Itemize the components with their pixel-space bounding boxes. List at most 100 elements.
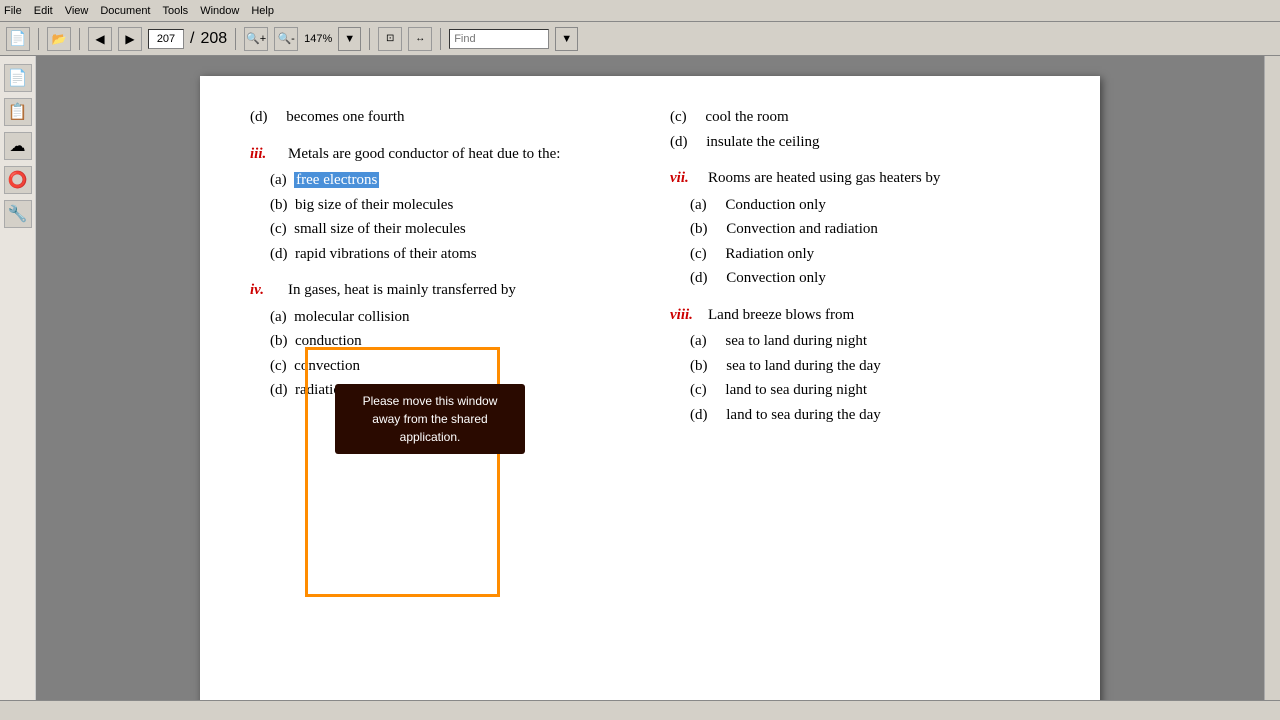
- option-vii-a-id: (a): [690, 197, 722, 213]
- option-viii-c-text: land to sea during night: [725, 382, 867, 398]
- sidebar-icon-3[interactable]: ☁: [4, 132, 32, 160]
- sep2: [79, 28, 80, 50]
- option-vii-a: (a) Conduction only: [690, 194, 1050, 217]
- option-iii-a-id: (a): [270, 172, 290, 188]
- question-iv-num: iv.: [250, 279, 280, 302]
- option-vii-d-id: (d): [690, 270, 723, 286]
- question-iv-text: In gases, heat is mainly transferred by: [288, 279, 630, 302]
- option-iii-b: (b) big size of their molecules: [270, 194, 630, 217]
- option-iii-b-text: big size of their molecules: [295, 197, 453, 213]
- sep5: [440, 28, 441, 50]
- menu-view[interactable]: View: [65, 5, 89, 17]
- question-vii: vii. Rooms are heated using gas heaters …: [670, 167, 1050, 290]
- zoom-level: 147%: [304, 33, 332, 45]
- option-vii-d-text: Convection only: [726, 270, 826, 286]
- warning-line2: away from the shared: [372, 412, 487, 426]
- menu-window[interactable]: Window: [200, 5, 239, 17]
- sidebar-icon-5[interactable]: 🔧: [4, 200, 32, 228]
- left-sidebar: 📄 📋 ☁ ⭕ 🔧: [0, 56, 36, 700]
- option-vii-c-id: (c): [690, 246, 722, 262]
- option-iv-a: (a) molecular collision: [270, 306, 630, 329]
- question-iii-text: Metals are good conductor of heat due to…: [288, 143, 630, 166]
- option-vii-b-id: (b): [690, 221, 723, 237]
- question-vii-text: Rooms are heated using gas heaters by: [708, 167, 1050, 190]
- sidebar-icon-1[interactable]: 📄: [4, 64, 32, 92]
- option-vii-c: (c) Radiation only: [690, 243, 1050, 266]
- status-bar: [0, 700, 1280, 720]
- option-iii-c-id: (c): [270, 221, 290, 237]
- menu-tools[interactable]: Tools: [163, 5, 189, 17]
- option-d-insulate: (d) insulate the ceiling: [670, 131, 1050, 154]
- find-dropdown[interactable]: ▼: [555, 27, 578, 51]
- option-vii-d: (d) Convection only: [690, 267, 1050, 290]
- option-vii-b-text: Convection and radiation: [726, 221, 878, 237]
- sidebar-icon-2[interactable]: 📋: [4, 98, 32, 126]
- option-d-insulate-text: insulate the ceiling: [706, 134, 819, 150]
- question-viii-header: viii. Land breeze blows from: [670, 304, 1050, 327]
- sidebar-icon-4[interactable]: ⭕: [4, 166, 32, 194]
- fit-width-button[interactable]: ↔: [408, 27, 432, 51]
- option-iii-b-id: (b): [270, 197, 291, 213]
- fit-page-button[interactable]: ⊡: [378, 27, 402, 51]
- vertical-scrollbar[interactable]: [1264, 56, 1280, 700]
- question-iii-num: iii.: [250, 143, 280, 166]
- option-viii-b: (b) sea to land during the day: [690, 355, 1050, 378]
- sep1: [38, 28, 39, 50]
- option-iii-c: (c) small size of their molecules: [270, 218, 630, 241]
- option-c-cool: (c) cool the room: [670, 106, 1050, 129]
- option-viii-a-id: (a): [690, 333, 722, 349]
- option-viii-c-id: (c): [690, 382, 722, 398]
- warning-tooltip: Please move this window away from the sh…: [335, 384, 525, 454]
- menu-file[interactable]: File: [4, 5, 22, 17]
- option-iii-c-text: small size of their molecules: [294, 221, 466, 237]
- next-page-button[interactable]: ▶: [118, 27, 142, 51]
- sep3: [235, 28, 236, 50]
- zoom-out-button[interactable]: 🔍-: [274, 27, 298, 51]
- option-viii-a: (a) sea to land during night: [690, 330, 1050, 353]
- option-iv-a-id: (a): [270, 309, 290, 325]
- option-viii-a-text: sea to land during night: [725, 333, 867, 349]
- find-input[interactable]: [449, 29, 549, 49]
- right-column: (c) cool the room (d) insulate the ceili…: [670, 106, 1050, 436]
- left-column: (d) becomes one fourth iii. Metals are g…: [250, 106, 630, 436]
- option-viii-b-id: (b): [690, 358, 723, 374]
- option-iii-d-text: rapid vibrations of their atoms: [295, 246, 477, 262]
- option-d-becomes: (d) becomes one fourth: [250, 106, 630, 129]
- question-iv-header: iv. In gases, heat is mainly transferred…: [250, 279, 630, 302]
- prev-page-button[interactable]: ◀: [88, 27, 112, 51]
- document-page: (d) becomes one fourth iii. Metals are g…: [200, 76, 1100, 700]
- page-total: 208: [200, 30, 227, 48]
- option-iv-a-text: molecular collision: [294, 309, 409, 325]
- question-iv: iv. In gases, heat is mainly transferred…: [250, 279, 630, 402]
- option-viii-b-text: sea to land during the day: [726, 358, 881, 374]
- document-area[interactable]: (d) becomes one fourth iii. Metals are g…: [36, 56, 1264, 700]
- menu-help[interactable]: Help: [251, 5, 274, 17]
- option-iii-d: (d) rapid vibrations of their atoms: [270, 243, 630, 266]
- question-viii: viii. Land breeze blows from (a) sea to …: [670, 304, 1050, 427]
- option-c-cool-text: cool the room: [705, 109, 788, 125]
- toolbar: 📄 📂 ◀ ▶ / 208 🔍+ 🔍- 147% ▼ ⊡ ↔ ▼: [0, 22, 1280, 56]
- question-vii-header: vii. Rooms are heated using gas heaters …: [670, 167, 1050, 190]
- menu-document[interactable]: Document: [100, 5, 150, 17]
- menu-edit[interactable]: Edit: [34, 5, 53, 17]
- two-column-layout: (d) becomes one fourth iii. Metals are g…: [250, 106, 1050, 436]
- option-vii-a-text: Conduction only: [725, 197, 825, 213]
- option-d-insulate-id: (d): [670, 134, 703, 150]
- open-button[interactable]: 📂: [47, 27, 71, 51]
- option-viii-d-text: land to sea during the day: [726, 407, 881, 423]
- sep4: [369, 28, 370, 50]
- page-current-input[interactable]: [148, 29, 184, 49]
- zoom-dropdown[interactable]: ▼: [338, 27, 361, 51]
- question-viii-options: (a) sea to land during night (b) sea to …: [690, 330, 1050, 426]
- option-iii-d-id: (d): [270, 246, 291, 262]
- option-c-cool-id: (c): [670, 109, 702, 125]
- zoom-in-button[interactable]: 🔍+: [244, 27, 268, 51]
- option-iii-a: (a) free electrons: [270, 169, 630, 192]
- question-vii-options: (a) Conduction only (b) Convection and r…: [690, 194, 1050, 290]
- option-iii-a-text: free electrons: [294, 172, 379, 188]
- question-iii-options: (a) free electrons (b) big size of their…: [270, 169, 630, 265]
- new-button[interactable]: 📄: [6, 27, 30, 51]
- menu-bar: File Edit View Document Tools Window Hel…: [0, 0, 1280, 22]
- page-separator: /: [190, 30, 194, 48]
- warning-line1: Please move this window: [363, 394, 498, 408]
